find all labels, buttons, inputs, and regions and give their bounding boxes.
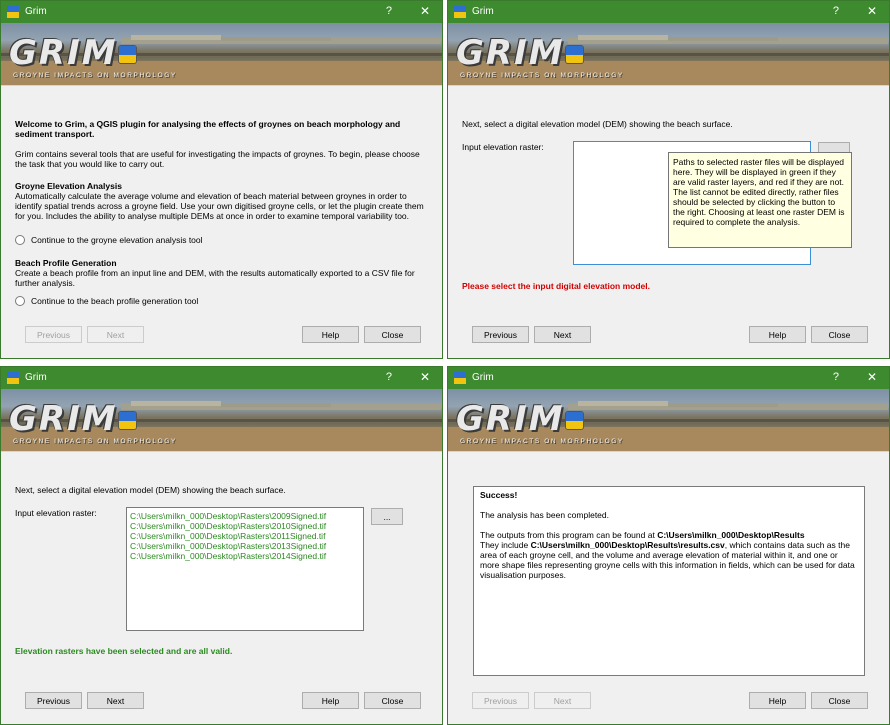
outputs-description: They include C:\Users\milkn_000\Desktop\…	[480, 540, 858, 580]
section-title-profile: Beach Profile Generation	[15, 258, 117, 268]
help-button[interactable]: Help	[749, 692, 806, 709]
grim-logo: GRIM	[9, 33, 118, 73]
radio-label: Continue to the groyne elevation analysi…	[31, 235, 203, 245]
close-button[interactable]: Close	[811, 692, 868, 709]
flag-icon	[565, 45, 584, 64]
help-title-button[interactable]: ?	[833, 5, 839, 17]
raster-list-item[interactable]: C:\Users\milkn_000\Desktop\Rasters\2013S…	[130, 541, 360, 551]
next-button[interactable]: Next	[534, 326, 591, 343]
validation-message: Elevation rasters have been selected and…	[15, 646, 233, 656]
completed-text: The analysis has been completed.	[480, 510, 609, 520]
wizard-page: Next, select a digital elevation model (…	[448, 85, 889, 358]
raster-list-item[interactable]: C:\Users\milkn_000\Desktop\Rasters\2009S…	[130, 511, 360, 521]
radio-groyne-analysis[interactable]: Continue to the groyne elevation analysi…	[15, 235, 203, 245]
header-banner: GRIM GROYNE IMPACTS ON MORPHOLOGY	[448, 23, 889, 85]
help-button[interactable]: Help	[302, 326, 359, 343]
window-title: Grim	[472, 6, 494, 17]
outputs-prefix: The outputs from this program can be fou…	[480, 530, 658, 540]
previous-button[interactable]: Previous	[472, 692, 529, 709]
grim-dialog-success: Grim ? ✕ GRIM GROYNE IMPACTS ON MORPHOLO…	[447, 366, 890, 725]
grim-dialog-welcome: Grim ? ✕ GRIM GROYNE IMPACTS ON MORPHOLO…	[0, 0, 443, 359]
instruction-text: Next, select a digital elevation model (…	[462, 119, 733, 129]
close-button[interactable]: Close	[811, 326, 868, 343]
previous-button[interactable]: Previous	[25, 692, 82, 709]
section-desc-profile: Create a beach profile from an input lin…	[15, 268, 415, 288]
wizard-page: Next, select a digital elevation model (…	[1, 451, 442, 724]
logo-tagline: GROYNE IMPACTS ON MORPHOLOGY	[13, 438, 177, 445]
raster-list-item[interactable]: C:\Users\milkn_000\Desktop\Rasters\2014S…	[130, 551, 360, 561]
raster-list[interactable]: C:\Users\milkn_000\Desktop\Rasters\2009S…	[126, 507, 364, 631]
grim-logo: GRIM	[456, 399, 565, 439]
grim-dialog-dem-selected: Grim ? ✕ GRIM GROYNE IMPACTS ON MORPHOLO…	[0, 366, 443, 725]
intro-text: Grim contains several tools that are use…	[15, 149, 420, 169]
title-bar[interactable]: Grim ? ✕	[448, 367, 889, 389]
flag-icon	[118, 411, 137, 430]
success-heading: Success!	[480, 490, 518, 500]
results-folder-path: C:\Users\milkn_000\Desktop\Results	[657, 530, 805, 540]
logo-tagline: GROYNE IMPACTS ON MORPHOLOGY	[460, 72, 624, 79]
outputs-location-text: The outputs from this program can be fou…	[480, 530, 858, 540]
wizard-page: Success! The analysis has been completed…	[448, 451, 889, 724]
app-icon	[7, 372, 19, 384]
app-icon	[7, 6, 19, 18]
raster-list-tooltip: Paths to selected raster files will be d…	[668, 152, 852, 248]
help-title-button[interactable]: ?	[833, 371, 839, 383]
help-title-button[interactable]: ?	[386, 5, 392, 17]
grim-dialog-dem-empty: Grim ? ✕ GRIM GROYNE IMPACTS ON MORPHOLO…	[447, 0, 890, 359]
help-title-button[interactable]: ?	[386, 371, 392, 383]
flag-icon	[565, 411, 584, 430]
header-banner: GRIM GROYNE IMPACTS ON MORPHOLOGY	[448, 389, 889, 451]
help-button[interactable]: Help	[302, 692, 359, 709]
window-title: Grim	[25, 6, 47, 17]
close-title-button[interactable]: ✕	[867, 370, 877, 384]
close-title-button[interactable]: ✕	[420, 4, 430, 18]
browse-button[interactable]: ...	[371, 508, 403, 525]
help-button[interactable]: Help	[749, 326, 806, 343]
include-prefix: They include	[480, 540, 531, 550]
instruction-text: Next, select a digital elevation model (…	[15, 485, 286, 495]
section-desc-groyne: Automatically calculate the average volu…	[15, 191, 424, 221]
results-textbox[interactable]: Success! The analysis has been completed…	[473, 486, 865, 676]
grim-logo: GRIM	[456, 33, 565, 73]
radio-beach-profile[interactable]: Continue to the beach profile generation…	[15, 296, 198, 306]
close-button[interactable]: Close	[364, 326, 421, 343]
welcome-heading: Welcome to Grim, a QGIS plugin for analy…	[15, 119, 401, 139]
radio-circle[interactable]	[15, 296, 25, 306]
radio-circle[interactable]	[15, 235, 25, 245]
previous-button[interactable]: Previous	[472, 326, 529, 343]
window-title: Grim	[25, 372, 47, 383]
results-csv-path: C:\Users\milkn_000\Desktop\Results\resul…	[530, 540, 725, 550]
logo-tagline: GROYNE IMPACTS ON MORPHOLOGY	[460, 438, 624, 445]
title-bar[interactable]: Grim ? ✕	[1, 1, 442, 23]
previous-button[interactable]: Previous	[25, 326, 82, 343]
error-message: Please select the input digital elevatio…	[462, 281, 650, 291]
close-button[interactable]: Close	[364, 692, 421, 709]
logo-tagline: GROYNE IMPACTS ON MORPHOLOGY	[13, 72, 177, 79]
header-banner: GRIM GROYNE IMPACTS ON MORPHOLOGY	[1, 23, 442, 85]
radio-label: Continue to the beach profile generation…	[31, 296, 199, 306]
raster-list-item[interactable]: C:\Users\milkn_000\Desktop\Rasters\2011S…	[130, 531, 360, 541]
app-icon	[454, 6, 466, 18]
window-title: Grim	[472, 372, 494, 383]
title-bar[interactable]: Grim ? ✕	[1, 367, 442, 389]
close-title-button[interactable]: ✕	[867, 4, 877, 18]
wizard-page: Welcome to Grim, a QGIS plugin for analy…	[1, 85, 442, 358]
flag-icon	[118, 45, 137, 64]
next-button[interactable]: Next	[534, 692, 591, 709]
grim-logo: GRIM	[9, 399, 118, 439]
raster-list-item[interactable]: C:\Users\milkn_000\Desktop\Rasters\2010S…	[130, 521, 360, 531]
close-title-button[interactable]: ✕	[420, 370, 430, 384]
header-banner: GRIM GROYNE IMPACTS ON MORPHOLOGY	[1, 389, 442, 451]
section-title-groyne: Groyne Elevation Analysis	[15, 181, 122, 191]
app-icon	[454, 372, 466, 384]
next-button[interactable]: Next	[87, 692, 144, 709]
title-bar[interactable]: Grim ? ✕	[448, 1, 889, 23]
next-button[interactable]: Next	[87, 326, 144, 343]
